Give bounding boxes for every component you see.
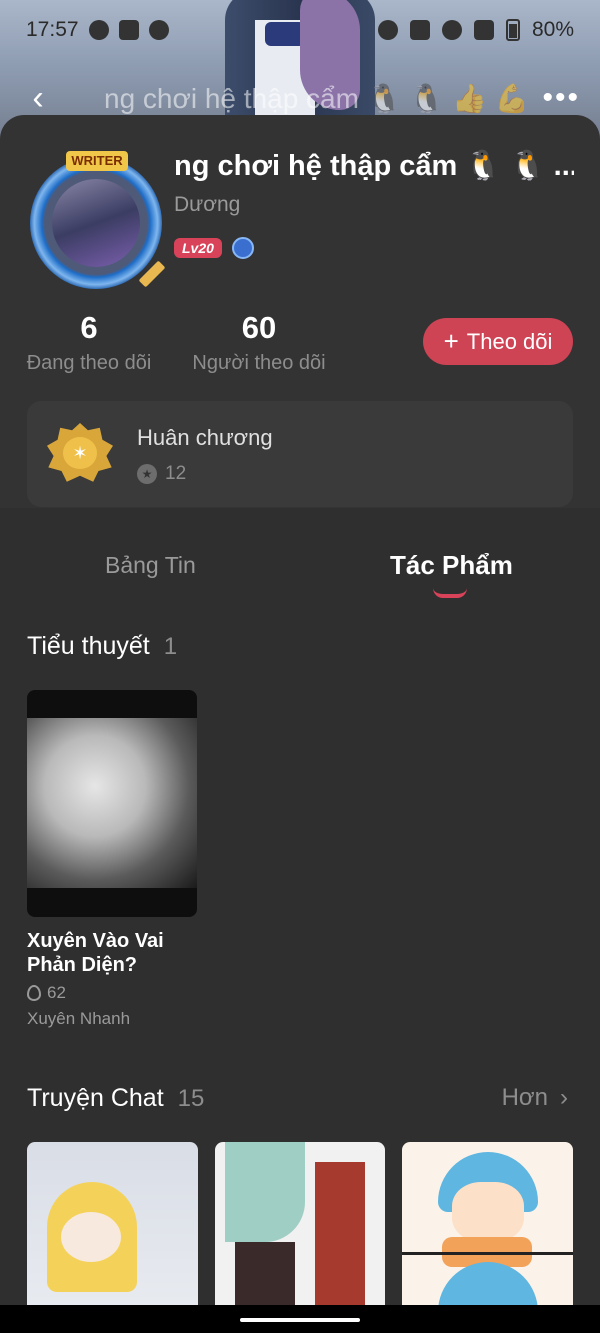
more-dots-icon[interactable]: ••• bbox=[542, 81, 580, 115]
status-time: 17:57 bbox=[26, 18, 79, 41]
badge-row: Lv20 bbox=[174, 237, 254, 259]
star-icon: ★ bbox=[137, 464, 157, 484]
follow-button-label: Theo dõi bbox=[466, 328, 553, 354]
tab-works[interactable]: Tác Phẩm bbox=[390, 550, 513, 581]
chat-stories-section-header: Truyện Chat 15 bbox=[27, 1084, 204, 1113]
flame-icon bbox=[27, 985, 41, 1001]
writer-tag: WRITER bbox=[66, 151, 128, 171]
medals-count: 12 bbox=[165, 463, 187, 484]
novel-card[interactable]: Xuyên Vào Vai Phản Diện? 62 Xuyên Nhanh bbox=[27, 690, 197, 1029]
medals-title: Huân chương bbox=[137, 425, 273, 450]
following-label: Đang theo dõi bbox=[26, 352, 152, 374]
novels-section-header: Tiểu thuyết 1 bbox=[27, 632, 177, 661]
more-link-label: Hơn bbox=[501, 1084, 548, 1111]
tab-bar: Bảng Tin Tác Phẩm bbox=[0, 538, 600, 598]
novels-count: 1 bbox=[163, 633, 178, 660]
medals-card[interactable]: ✶ Huân chương ★ 12 bbox=[27, 401, 573, 507]
vibrate-icon bbox=[409, 20, 430, 40]
followers-count: 60 bbox=[241, 310, 277, 345]
tab-news[interactable]: Bảng Tin bbox=[105, 552, 196, 579]
novel-views-row: 62 bbox=[27, 983, 197, 1003]
alarm-icon bbox=[377, 20, 398, 40]
follow-button[interactable]: + Theo dõi bbox=[423, 318, 573, 365]
medal-icon: ✶ bbox=[47, 423, 113, 483]
home-indicator[interactable] bbox=[240, 1318, 360, 1322]
chat-stories-count: 15 bbox=[177, 1085, 205, 1112]
viber-icon bbox=[148, 20, 169, 40]
medals-count-row: ★ 12 bbox=[137, 463, 186, 485]
chat-story-cover[interactable] bbox=[402, 1142, 574, 1312]
wifi-icon bbox=[441, 20, 462, 40]
status-bar: 17:57 80% bbox=[0, 0, 600, 60]
novels-title: Tiểu thuyết bbox=[27, 632, 150, 660]
facebook-icon bbox=[88, 20, 109, 40]
profile-card: WRITER ng chơi hệ thập cẩm 🐧 🐧 ... Dương… bbox=[0, 115, 600, 510]
gem-icon[interactable] bbox=[231, 237, 254, 259]
chevron-right-icon: › bbox=[560, 1084, 568, 1111]
following-count: 6 bbox=[80, 310, 98, 345]
youtube-icon bbox=[118, 20, 139, 40]
avatar-image bbox=[52, 179, 140, 267]
chat-stories-more-link[interactable]: Hơn › bbox=[502, 1084, 568, 1112]
followers-label: Người theo dõi bbox=[192, 352, 326, 374]
active-tab-indicator bbox=[433, 588, 467, 598]
battery-icon bbox=[505, 19, 520, 41]
chat-story-cover[interactable] bbox=[27, 1142, 198, 1312]
avatar[interactable]: WRITER bbox=[30, 151, 166, 289]
back-arrow-icon[interactable]: ‹ bbox=[20, 79, 56, 117]
followers-stat[interactable]: 60 Người theo dõi bbox=[190, 310, 328, 375]
profile-name: ng chơi hệ thập cẩm 🐧 🐧 ... bbox=[174, 150, 574, 182]
novel-cover-image[interactable] bbox=[27, 690, 197, 917]
chat-story-cover[interactable] bbox=[214, 1142, 386, 1312]
novel-genre: Xuyên Nhanh bbox=[27, 1009, 131, 1028]
signal-icon bbox=[473, 20, 494, 40]
profile-handle: Dương bbox=[174, 193, 241, 216]
plus-icon: + bbox=[443, 326, 459, 356]
following-stat[interactable]: 6 Đang theo dõi bbox=[26, 310, 152, 375]
novel-views: 62 bbox=[47, 983, 66, 1002]
chat-stories-title: Truyện Chat bbox=[27, 1084, 164, 1112]
battery-level: 80% bbox=[531, 18, 574, 41]
novel-title[interactable]: Xuyên Vào Vai Phản Diện? bbox=[27, 929, 197, 977]
works-content: Bảng Tin Tác Phẩm Tiểu thuyết 1 Xuyên Và… bbox=[0, 508, 600, 1333]
level-badge[interactable]: Lv20 bbox=[174, 238, 222, 258]
nav-title: ng chơi hệ thập cẩm 🐧 🐧 👍 💪 bbox=[104, 82, 524, 114]
chat-stories-row bbox=[27, 1142, 574, 1312]
